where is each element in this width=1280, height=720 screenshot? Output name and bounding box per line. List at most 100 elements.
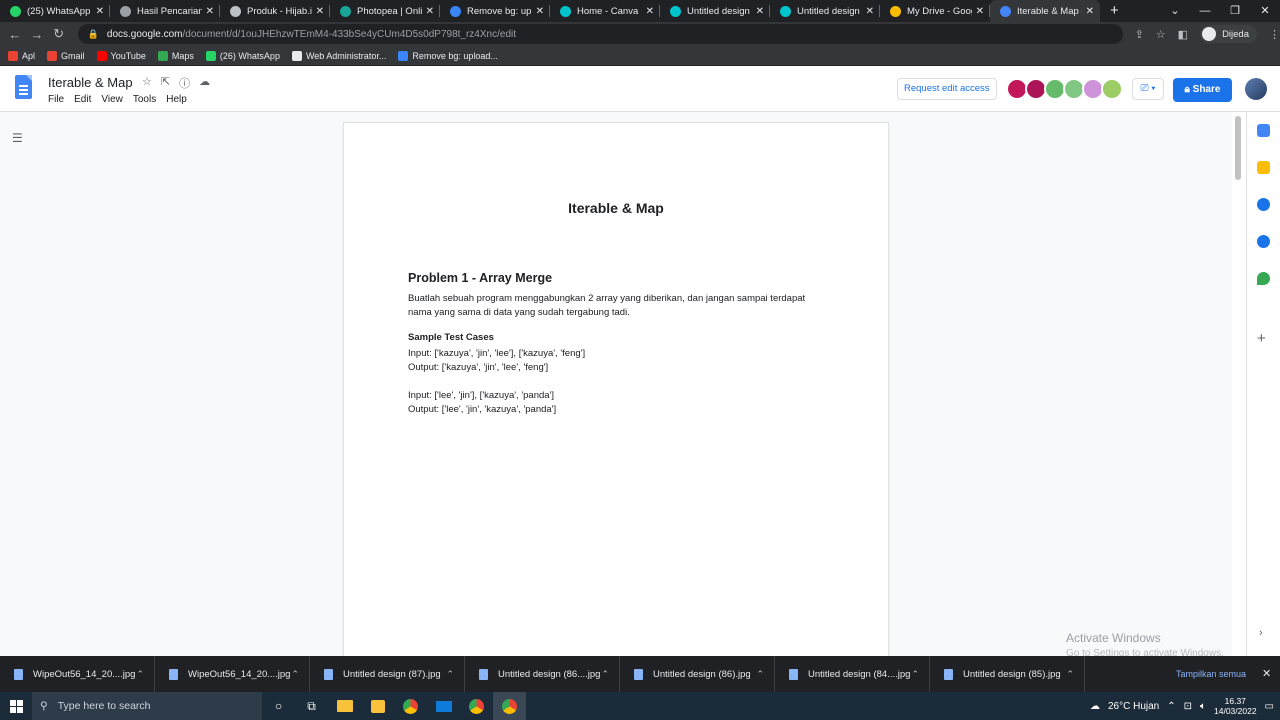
close-tab-icon[interactable]: ✕ [866, 6, 874, 17]
close-window-button[interactable]: ✕ [1250, 0, 1280, 22]
download-options-icon[interactable]: ⌃ [136, 669, 144, 680]
close-tab-icon[interactable]: ✕ [206, 6, 214, 17]
close-tab-icon[interactable]: ✕ [976, 6, 984, 17]
new-tab-button[interactable]: + [1110, 0, 1119, 22]
download-options-icon[interactable]: ⌃ [601, 669, 609, 680]
cloud-icon[interactable]: ☁ [199, 75, 210, 91]
close-tab-icon[interactable]: ✕ [316, 6, 324, 17]
contacts-icon[interactable] [1257, 235, 1270, 248]
browser-tab[interactable]: Produk - Hijab.id ✕ [220, 0, 330, 22]
document-title[interactable]: Iterable & Map [48, 75, 133, 90]
chrome-icon[interactable] [394, 692, 427, 720]
browser-tab[interactable]: Home - Canva ✕ [550, 0, 660, 22]
expand-panel-icon[interactable]: › [1259, 627, 1263, 639]
bookmark-item[interactable]: Gmail [47, 50, 85, 61]
bookmark-item[interactable]: Remove bg: upload... [398, 50, 498, 61]
maps-icon[interactable] [1257, 272, 1270, 285]
menu-edit[interactable]: Edit [74, 94, 91, 105]
download-options-icon[interactable]: ⌃ [911, 669, 919, 680]
bookmark-item[interactable]: (26) WhatsApp [205, 50, 280, 61]
share-button[interactable]: 🔒︎ Share [1173, 78, 1232, 102]
collaborator-avatar[interactable] [1101, 78, 1123, 100]
download-item[interactable]: Untitled design (84....jpg ⌃ [775, 656, 930, 692]
browser-tab[interactable]: Remove bg: uploa ✕ [440, 0, 550, 22]
mail-icon[interactable] [427, 692, 460, 720]
download-options-icon[interactable]: ⌃ [756, 669, 764, 680]
chrome-profile-icon[interactable] [460, 692, 493, 720]
taskbar-search[interactable]: ⚲ Type here to search [32, 692, 262, 720]
vertical-scrollbar[interactable] [1232, 112, 1246, 656]
weather-icon[interactable]: ☁ [1090, 701, 1100, 712]
docs-logo-icon[interactable] [15, 75, 32, 99]
download-item[interactable]: WipeOut56_14_20....jpg ⌃ [155, 656, 310, 692]
bookmark-item[interactable]: Apl [8, 50, 35, 61]
close-tab-icon[interactable]: ✕ [426, 6, 434, 17]
bookmark-item[interactable]: Web Administrator... [291, 50, 386, 61]
task-view-icon[interactable]: ⧉ [295, 692, 328, 720]
download-item[interactable]: Untitled design (86....jpg ⌃ [465, 656, 620, 692]
chrome-active-icon[interactable] [493, 692, 526, 720]
share-page-icon[interactable]: ⇪ [1135, 28, 1144, 41]
close-tab-icon[interactable]: ✕ [96, 6, 104, 17]
menu-tools[interactable]: Tools [133, 94, 156, 105]
url-bar[interactable]: 🔒 docs.google.com /document/d/1ouJHEhzwT… [77, 24, 1123, 44]
present-button[interactable]: ⎚ ▾ [1132, 78, 1164, 100]
browser-tab[interactable]: Iterable & Map - G ✕ [990, 0, 1100, 22]
sidebar-icon[interactable]: ◧ [1178, 28, 1188, 41]
close-tab-icon[interactable]: ✕ [756, 6, 764, 17]
menu-help[interactable]: Help [166, 94, 187, 105]
download-item[interactable]: Untitled design (85).jpg ⌃ [930, 656, 1085, 692]
calendar-icon[interactable] [1257, 124, 1270, 137]
clock[interactable]: 16.37 14/03/2022 [1214, 696, 1257, 716]
browser-tab[interactable]: Untitled design - Y ✕ [660, 0, 770, 22]
download-options-icon[interactable]: ⌃ [1066, 669, 1074, 680]
store-icon[interactable] [361, 692, 394, 720]
bookmark-star-icon[interactable]: ☆ [1156, 28, 1166, 41]
tray-chevron-icon[interactable]: ⌃ [1167, 701, 1175, 712]
close-tab-icon[interactable]: ✕ [646, 6, 654, 17]
keep-icon[interactable] [1257, 161, 1270, 174]
menu-view[interactable]: View [101, 94, 123, 105]
download-options-icon[interactable]: ⌃ [446, 669, 454, 680]
browser-tab[interactable]: Photopea | Online ✕ [330, 0, 440, 22]
bookmark-item[interactable]: Maps [157, 50, 194, 61]
document-outline-icon[interactable]: ☰ [12, 131, 23, 145]
download-item[interactable]: WipeOut56_14_20....jpg ⌃ [0, 656, 155, 692]
info-icon[interactable]: ⓘ [179, 75, 190, 91]
tab-search-icon[interactable]: ⌄ [1160, 0, 1190, 22]
close-downloads-button[interactable]: ✕ [1262, 656, 1271, 692]
request-edit-access-button[interactable]: Request edit access [897, 78, 997, 100]
minimize-button[interactable]: — [1190, 0, 1220, 22]
close-tab-icon[interactable]: ✕ [536, 6, 544, 17]
menu-file[interactable]: File [48, 94, 64, 105]
download-item[interactable]: Untitled design (87).jpg ⌃ [310, 656, 465, 692]
file-explorer-icon[interactable] [328, 692, 361, 720]
restore-button[interactable]: ❐ [1220, 0, 1250, 22]
weather-text[interactable]: 26°C Hujan [1108, 701, 1159, 712]
bookmark-item[interactable]: YouTube [96, 50, 146, 61]
move-icon[interactable]: ⇱ [161, 75, 170, 91]
cortana-icon[interactable]: ○ [262, 692, 295, 720]
notification-icon[interactable]: ▭ [1265, 701, 1274, 712]
download-item[interactable]: Untitled design (86).jpg ⌃ [620, 656, 775, 692]
close-tab-icon[interactable]: ✕ [1086, 6, 1094, 17]
browser-tab[interactable]: Untitled design - Y ✕ [770, 0, 880, 22]
user-avatar[interactable] [1245, 78, 1267, 100]
browser-tab[interactable]: (25) WhatsApp ✕ [0, 0, 110, 22]
download-options-icon[interactable]: ⌃ [291, 669, 299, 680]
scrollbar-thumb[interactable] [1235, 116, 1241, 180]
browser-tab[interactable]: My Drive - Google ✕ [880, 0, 990, 22]
start-button[interactable] [0, 692, 32, 720]
forward-button[interactable]: → [26, 27, 48, 42]
tasks-icon[interactable] [1257, 198, 1270, 211]
browser-tab[interactable]: Hasil Pencarian dir ✕ [110, 0, 220, 22]
network-icon[interactable]: ⊡ [1184, 701, 1192, 712]
add-addon-icon[interactable]: + [1257, 330, 1266, 347]
star-icon[interactable]: ☆ [142, 75, 152, 91]
profile-button[interactable]: Dijeda [1200, 25, 1257, 43]
browser-menu-icon[interactable]: ⋮ [1269, 28, 1280, 41]
reload-button[interactable]: ↻ [48, 26, 70, 42]
back-button[interactable]: ← [4, 27, 26, 42]
show-all-downloads[interactable]: Tampilkan semua [1176, 656, 1246, 692]
volume-icon[interactable]: 🔈︎ [1200, 701, 1206, 712]
